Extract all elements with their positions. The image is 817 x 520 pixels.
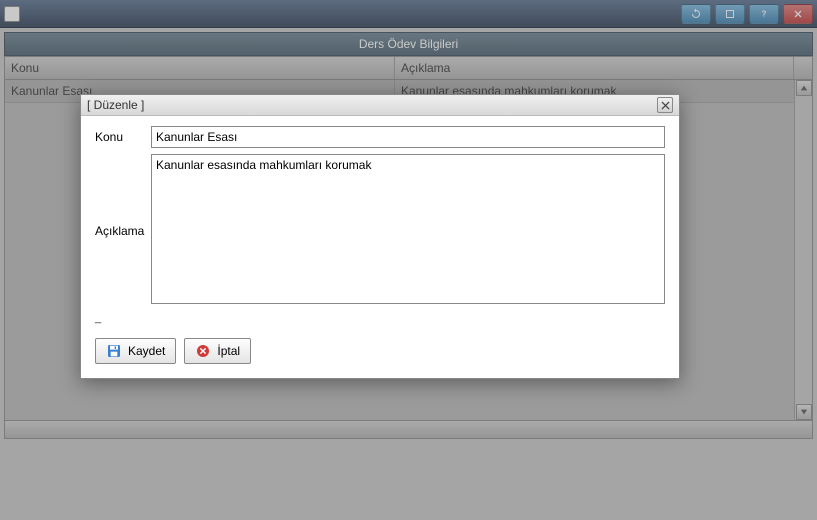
dialog-close-button[interactable]	[657, 97, 673, 113]
status-text: _	[95, 310, 665, 332]
cancel-button-label: İptal	[217, 344, 240, 358]
cancel-icon	[195, 343, 211, 359]
save-button-label: Kaydet	[128, 344, 165, 358]
edit-dialog: [ Düzenle ] Konu Açıklama _ Kaydet	[80, 94, 680, 379]
dialog-title: [ Düzenle ]	[87, 98, 144, 112]
konu-input[interactable]	[151, 126, 665, 148]
save-button[interactable]: Kaydet	[95, 338, 176, 364]
close-icon	[661, 101, 670, 110]
dialog-header[interactable]: [ Düzenle ]	[81, 95, 679, 116]
aciklama-textarea[interactable]	[151, 154, 665, 304]
cancel-button[interactable]: İptal	[184, 338, 251, 364]
aciklama-label: Açıklama	[95, 220, 151, 238]
konu-label: Konu	[95, 126, 151, 144]
save-icon	[106, 343, 122, 359]
